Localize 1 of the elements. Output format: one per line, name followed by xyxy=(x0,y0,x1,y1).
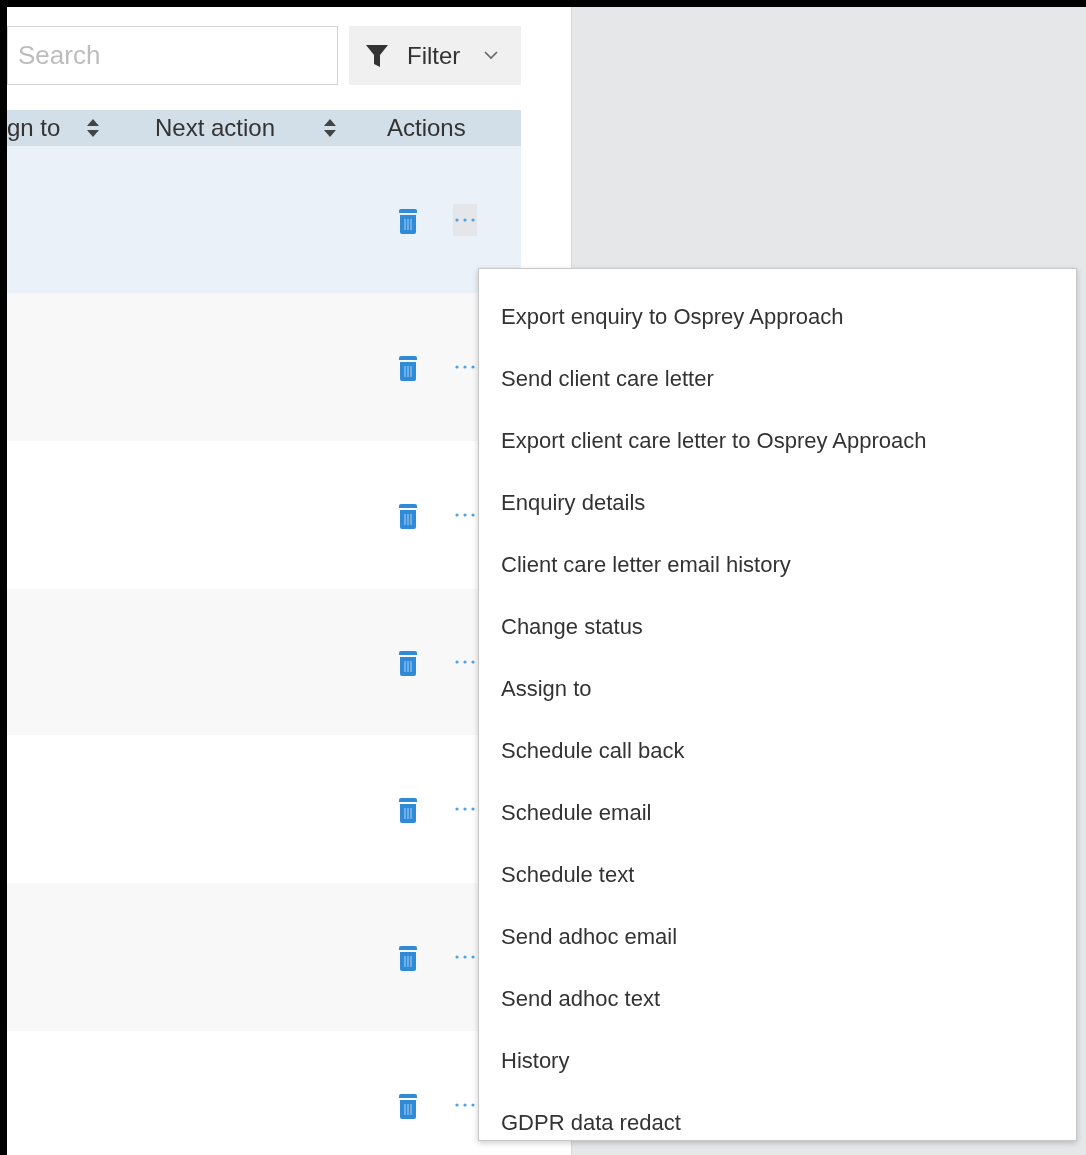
filter-label: Filter xyxy=(407,40,461,71)
